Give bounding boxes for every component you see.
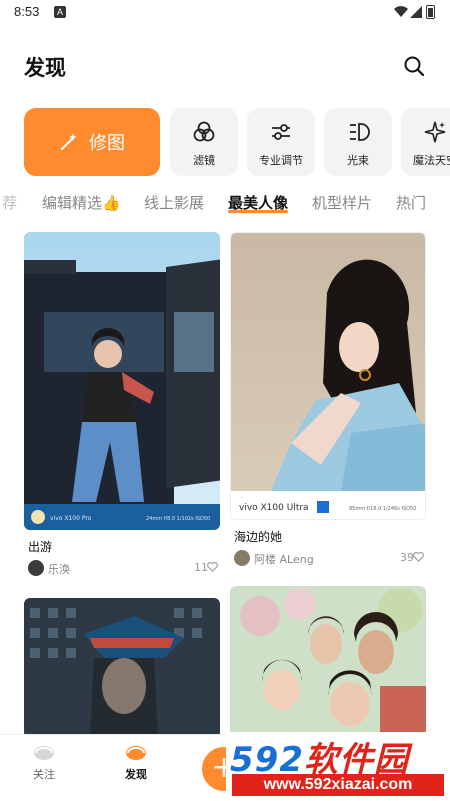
- photo-card[interactable]: [24, 598, 220, 734]
- retouch-button[interactable]: 修图: [24, 108, 160, 176]
- header: 发现: [0, 26, 450, 104]
- filter-circles-icon: [193, 121, 215, 142]
- nav-discover-label: 发现: [125, 768, 147, 781]
- tool-pro-adjust[interactable]: 专业调节: [247, 108, 315, 176]
- sliders-icon: [272, 124, 290, 140]
- active-tab-indicator: [228, 210, 288, 213]
- status-time: 8:53: [14, 4, 40, 19]
- follow-icon: [34, 746, 54, 760]
- tool-light-beam[interactable]: 光束: [324, 108, 392, 176]
- tab-popular[interactable]: 热门: [396, 192, 426, 213]
- photo-card[interactable]: [230, 586, 426, 734]
- tool-magic-sky[interactable]: 魔法天空: [401, 108, 450, 176]
- svg-text:24mm f/8.0 1/102s ISO50: 24mm f/8.0 1/102s ISO50: [146, 516, 210, 522]
- photo-ethnic-portrait: [24, 598, 220, 734]
- discover-icon: [126, 746, 146, 760]
- site-watermark: 592软件园 www.592xiazai.com: [226, 732, 450, 800]
- svg-text:85mm f/16.0 1/246s ISO50: 85mm f/16.0 1/246s ISO50: [349, 506, 416, 512]
- card-author[interactable]: 阿楼 ALeng: [254, 551, 314, 567]
- photo-image[interactable]: vivo X100 Pro 24mm f/8.0 1/102s ISO50: [24, 232, 220, 530]
- svg-text:vivo X100 Ultra: vivo X100 Ultra: [239, 503, 309, 513]
- search-icon[interactable]: [403, 55, 425, 77]
- photo-family-portrait: [230, 586, 426, 734]
- photo-image[interactable]: [24, 598, 220, 734]
- photo-image[interactable]: [230, 586, 426, 734]
- tab-model-samples[interactable]: 机型样片: [312, 192, 372, 213]
- photo-card[interactable]: vivo X100 Ultra 85mm f/16.0 1/246s ISO50…: [230, 232, 426, 572]
- like-count: 11: [194, 561, 208, 574]
- tool-pro-adjust-label: 专业调节: [259, 154, 303, 167]
- notification-a-icon: A: [54, 6, 66, 18]
- tool-filter-label: 滤镜: [193, 154, 215, 167]
- page-title: 发现: [24, 56, 66, 80]
- avatar[interactable]: [28, 560, 44, 576]
- magic-wand-icon: [60, 133, 77, 151]
- status-bar: 8:53 A: [0, 0, 450, 26]
- category-tabs: 荐 编辑精选👍 线上影展 最美人像 机型样片 热门: [0, 182, 450, 228]
- photo-beach-portrait: vivo X100 Ultra 85mm f/16.0 1/246s ISO50: [231, 233, 425, 519]
- heart-icon[interactable]: [413, 552, 424, 562]
- tab-online-exhibition[interactable]: 线上影展: [144, 192, 204, 213]
- tool-light-beam-label: 光束: [347, 154, 369, 167]
- wifi-icon: [394, 6, 408, 18]
- tool-filter[interactable]: 滤镜: [170, 108, 238, 176]
- photo-card[interactable]: vivo X100 Pro 24mm f/8.0 1/102s ISO50 出游…: [24, 232, 220, 584]
- heart-icon[interactable]: [207, 562, 218, 572]
- nav-follow-label: 关注: [33, 768, 55, 781]
- photo-feed: vivo X100 Pro 24mm f/8.0 1/102s ISO50 出游…: [0, 228, 450, 734]
- nav-follow[interactable]: 关注: [14, 743, 74, 782]
- photo-car-portrait: vivo X100 Pro 24mm f/8.0 1/102s ISO50: [24, 232, 220, 530]
- photo-image[interactable]: vivo X100 Ultra 85mm f/16.0 1/246s ISO50: [230, 232, 426, 520]
- svg-text:vivo X100 Pro: vivo X100 Pro: [50, 515, 92, 522]
- tools-row: 修图 滤镜 专业调节 光束 魔法天空: [0, 104, 450, 182]
- card-author[interactable]: 乐涣: [48, 561, 70, 577]
- card-title: 出游: [28, 540, 53, 554]
- tool-magic-sky-label: 魔法天空: [413, 154, 450, 167]
- like-count: 39: [400, 551, 414, 564]
- sparkle-icon: [424, 121, 446, 143]
- signal-icon: [410, 6, 422, 18]
- avatar[interactable]: [234, 550, 250, 566]
- tab-recommend[interactable]: 荐: [2, 192, 17, 213]
- card-title: 海边的她: [234, 530, 283, 544]
- tab-editor-picks[interactable]: 编辑精选👍: [42, 192, 121, 213]
- nav-discover[interactable]: 发现: [106, 743, 166, 782]
- retouch-label: 修图: [89, 133, 125, 154]
- battery-icon: [426, 5, 435, 19]
- light-beam-icon: [350, 123, 370, 141]
- watermark-url: www.592xiazai.com: [232, 774, 444, 796]
